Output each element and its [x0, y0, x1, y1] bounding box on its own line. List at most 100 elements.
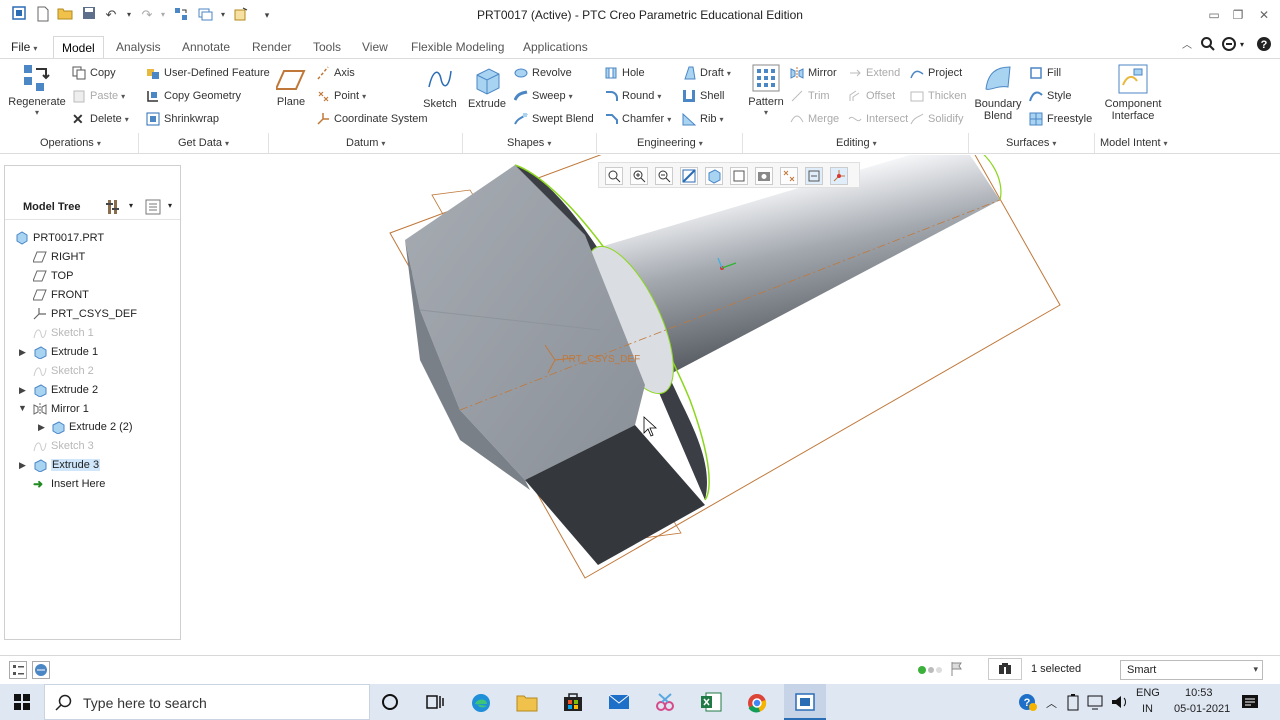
- show-browser-icon[interactable]: [32, 661, 50, 679]
- graphics-window[interactable]: PRT_CSYS_DEF: [181, 155, 1280, 652]
- rib-button[interactable]: Rib ▾: [682, 112, 724, 126]
- fill-button[interactable]: Fill: [1029, 66, 1061, 80]
- udf-button[interactable]: User-Defined Feature: [146, 66, 270, 80]
- tab-tools[interactable]: Tools: [313, 36, 341, 58]
- show-icon[interactable]: [145, 199, 161, 218]
- mirror-button[interactable]: Mirror: [790, 66, 837, 80]
- group-operations[interactable]: Operations ▾: [40, 137, 101, 149]
- group-model-intent[interactable]: Model Intent ▾: [1100, 137, 1168, 149]
- tab-view[interactable]: View: [362, 36, 388, 58]
- tab-applications[interactable]: Applications: [523, 36, 588, 58]
- chrome-icon[interactable]: [746, 692, 768, 713]
- network-icon[interactable]: [1086, 692, 1108, 712]
- extend-button[interactable]: Extend: [848, 66, 900, 80]
- file-explorer-icon[interactable]: [516, 692, 538, 712]
- expand-extrude-2-icon[interactable]: ▶: [19, 385, 26, 396]
- mail-icon[interactable]: [608, 692, 630, 712]
- tree-item-extrude-3[interactable]: Extrude 3: [33, 456, 101, 474]
- component-interface-button[interactable]: Component Interface: [1102, 63, 1164, 122]
- group-engineering[interactable]: Engineering ▾: [637, 137, 703, 149]
- solidify-button[interactable]: Solidify: [910, 112, 963, 126]
- tree-settings-icon[interactable]: [105, 198, 121, 219]
- annotation-display-icon[interactable]: [805, 167, 823, 185]
- copy-geometry-button[interactable]: Copy Geometry: [146, 89, 241, 103]
- refit-icon[interactable]: [605, 167, 623, 185]
- paste-button[interactable]: Paste ▾: [72, 89, 125, 103]
- draft-button[interactable]: Draft ▾: [682, 66, 731, 80]
- tab-render[interactable]: Render: [252, 36, 291, 58]
- regeneration-status-icon[interactable]: [917, 665, 945, 678]
- offset-button[interactable]: Offset: [848, 89, 895, 103]
- show-hidden-icons-icon[interactable]: ︿: [1046, 695, 1057, 711]
- merge-button[interactable]: Merge: [790, 112, 839, 126]
- restore-icon[interactable]: ❐: [1228, 6, 1248, 24]
- snip-tool-icon[interactable]: [654, 692, 676, 712]
- command-search-icon[interactable]: [1221, 36, 1239, 55]
- plane-button[interactable]: Plane: [274, 67, 308, 108]
- display-style-icon[interactable]: [705, 167, 723, 185]
- intersect-button[interactable]: Intersect: [848, 112, 908, 126]
- shrinkwrap-button[interactable]: Shrinkwrap: [146, 112, 219, 126]
- tab-analysis[interactable]: Analysis: [116, 36, 161, 58]
- tree-item-right[interactable]: RIGHT: [32, 248, 85, 266]
- show-navigator-icon[interactable]: [9, 661, 27, 679]
- freestyle-button[interactable]: Freestyle: [1029, 112, 1092, 126]
- spin-center-icon[interactable]: [830, 167, 848, 185]
- tree-item-sketch-3[interactable]: Sketch 3: [33, 437, 94, 455]
- language-secondary[interactable]: IN: [1142, 703, 1153, 715]
- trim-button[interactable]: Trim: [790, 89, 830, 103]
- group-surfaces[interactable]: Surfaces ▾: [1006, 137, 1056, 149]
- sketch-button[interactable]: Sketch: [422, 65, 458, 110]
- model-3d-view[interactable]: PRT_CSYS_DEF: [181, 155, 1280, 652]
- notifications-icon[interactable]: [1240, 692, 1262, 712]
- sweep-button[interactable]: Sweep ▾: [513, 89, 573, 103]
- cortana-icon[interactable]: [380, 692, 402, 712]
- round-button[interactable]: Round ▾: [604, 89, 661, 103]
- group-get-data[interactable]: Get Data ▾: [178, 137, 229, 149]
- clock-date[interactable]: 05-01-2021: [1174, 703, 1230, 715]
- flag-icon[interactable]: [950, 661, 964, 680]
- point-button[interactable]: Point ▾: [316, 89, 366, 103]
- zoom-in-icon[interactable]: [630, 167, 648, 185]
- tree-item-top[interactable]: TOP: [32, 267, 73, 285]
- datum-display-filters-icon[interactable]: [780, 167, 798, 185]
- tab-model[interactable]: Model: [53, 36, 104, 58]
- help-icon[interactable]: ?: [1256, 36, 1272, 55]
- minimize-ribbon-icon[interactable]: ︿: [1182, 36, 1192, 51]
- clock-time[interactable]: 10:53: [1185, 687, 1213, 699]
- tree-item-csys[interactable]: PRT_CSYS_DEF: [33, 305, 137, 323]
- tree-item-front[interactable]: FRONT: [32, 286, 89, 304]
- taskbar-search-box[interactable]: Type here to search: [44, 684, 370, 720]
- tree-item-extrude-2-copy[interactable]: Extrude 2 (2): [51, 418, 133, 436]
- expand-extrude-3-icon[interactable]: ▶: [19, 460, 26, 471]
- extrude-button[interactable]: Extrude: [466, 63, 508, 110]
- axis-button[interactable]: Axis: [316, 66, 355, 80]
- tree-settings-dropdown-icon[interactable]: ▾: [129, 201, 133, 210]
- chamfer-button[interactable]: Chamfer ▾: [604, 112, 671, 126]
- selection-filter-select[interactable]: Smart ▾: [1120, 660, 1263, 680]
- regenerate-button[interactable]: Regenerate ▾: [8, 63, 66, 117]
- search-icon[interactable]: [1200, 36, 1216, 55]
- tree-item-part[interactable]: PRT0017.PRT: [15, 229, 104, 247]
- view-manager-icon[interactable]: [755, 167, 773, 185]
- volume-icon[interactable]: [1110, 692, 1132, 712]
- language-primary[interactable]: ENG: [1136, 687, 1160, 699]
- revolve-button[interactable]: Revolve: [514, 66, 572, 80]
- collapse-mirror-1-icon[interactable]: ▼: [18, 403, 27, 413]
- tree-item-insert-here[interactable]: ➜ Insert Here: [33, 475, 105, 493]
- minimize-icon[interactable]: ▭: [1204, 6, 1224, 24]
- group-editing[interactable]: Editing ▾: [836, 137, 877, 149]
- hole-button[interactable]: Hole: [604, 66, 645, 80]
- tab-file[interactable]: File ▾: [11, 36, 37, 58]
- excel-icon[interactable]: [700, 692, 722, 712]
- boundary-blend-button[interactable]: Boundary Blend: [974, 63, 1022, 122]
- pattern-button[interactable]: Pattern ▾: [746, 63, 786, 117]
- group-datum[interactable]: Datum ▾: [346, 137, 385, 149]
- close-icon[interactable]: ✕: [1254, 6, 1274, 24]
- shell-button[interactable]: Shell: [682, 89, 724, 103]
- tree-item-sketch-2[interactable]: Sketch 2: [33, 362, 94, 380]
- windows-start-icon[interactable]: [12, 692, 34, 712]
- expand-extrude-1-icon[interactable]: ▶: [19, 347, 26, 358]
- delete-button[interactable]: ✕ Delete ▾: [72, 112, 129, 126]
- expand-extrude-2-2-icon[interactable]: ▶: [38, 422, 45, 433]
